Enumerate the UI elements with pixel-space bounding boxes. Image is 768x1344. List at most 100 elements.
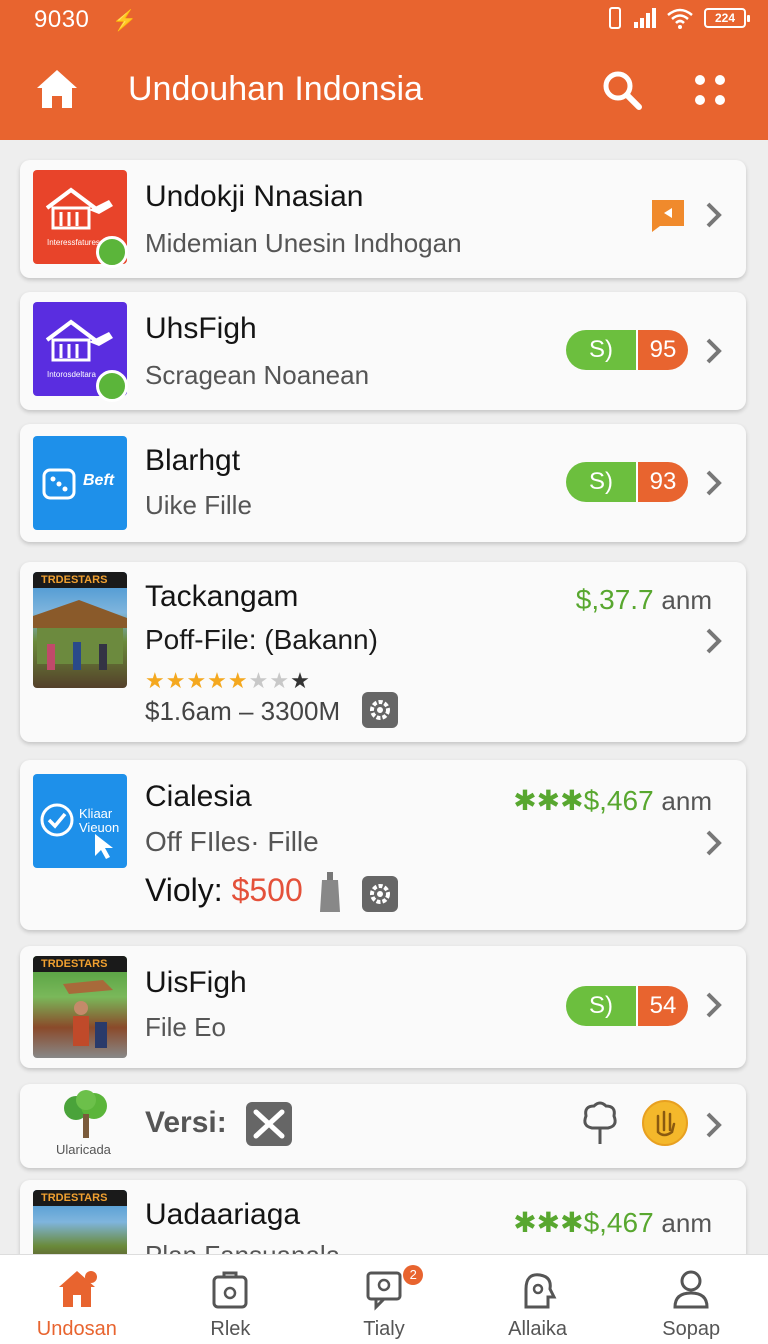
- list-item[interactable]: Beft Blarhgt Uike Fille S) 93: [20, 424, 746, 542]
- item-subtitle: Uike Fille: [145, 490, 252, 520]
- item-title: UisFigh: [145, 966, 247, 999]
- score-pill: S) 95: [566, 330, 688, 370]
- item-subtitle: Off FIles· Fille: [145, 826, 319, 857]
- wifi-icon: [667, 8, 693, 29]
- price-value: $,37.7: [575, 584, 654, 615]
- chevron-right-icon[interactable]: [704, 626, 724, 656]
- pill-label: S): [566, 462, 638, 502]
- stars-filled: ★★★★★: [145, 668, 249, 693]
- item-title: Undokji Nnasian: [145, 180, 364, 213]
- tools-icon[interactable]: [246, 1102, 292, 1146]
- item-subtitle: Midemian Unesin Indhogan: [145, 228, 462, 258]
- status-bar: 9030 ⚡ 224: [0, 0, 768, 38]
- nav-item-tialy[interactable]: 2 Tialy: [307, 1255, 461, 1344]
- app-thumbnail: Kliaar Vieuon: [33, 774, 127, 868]
- nav-label: Allaika: [508, 1318, 568, 1340]
- flag-icon[interactable]: [650, 198, 686, 234]
- item-subtitle: Scragean Noanean: [145, 360, 370, 390]
- charging-icon: ⚡: [112, 10, 137, 32]
- home-icon: [58, 1271, 97, 1307]
- bag-icon: [212, 1271, 248, 1309]
- chevron-right-icon[interactable]: [704, 200, 724, 230]
- settings-icon[interactable]: [362, 876, 398, 912]
- nav-item-sopap[interactable]: Sopap: [614, 1255, 768, 1344]
- item-title: Blarhgt: [145, 444, 241, 477]
- item-title: Versi:: [145, 1106, 227, 1139]
- settings-icon[interactable]: [362, 692, 398, 728]
- item-title: Cialesia: [145, 780, 252, 813]
- nav-item-allaika[interactable]: Allaika: [461, 1255, 615, 1344]
- pill-label: S): [566, 986, 638, 1026]
- item-title: Tackangam: [145, 580, 299, 613]
- item-price: $,37.7 anm: [576, 584, 712, 616]
- item-price: ✱✱✱$,467 anm: [513, 784, 712, 817]
- check-circle-icon: [40, 803, 74, 837]
- thumbnail-caption: TRDESTARS: [41, 574, 108, 586]
- stars-dark: ★: [290, 668, 311, 693]
- home-icon[interactable]: [34, 66, 80, 112]
- thumbnail-caption: Intorosdeltara: [47, 370, 96, 379]
- more-options-icon[interactable]: [690, 68, 730, 112]
- chevron-right-icon[interactable]: [704, 1110, 724, 1140]
- app-thumbnail: TRDESTARS: [33, 956, 127, 1058]
- item-title: UhsFigh: [145, 312, 257, 345]
- chevron-right-icon[interactable]: [704, 468, 724, 498]
- tree-icon: [64, 1090, 107, 1138]
- score-pill: S) 54: [566, 986, 688, 1026]
- nav-label: Rlek: [210, 1318, 251, 1340]
- person-photo: [63, 980, 113, 1048]
- score-pill: S) 93: [566, 462, 688, 502]
- item-subtitle: Poff-File: (Bakann): [145, 624, 378, 655]
- price-unit: anm: [661, 1208, 712, 1238]
- app-bar: 9030 ⚡ 224 Undouhan Indonsia: [0, 0, 768, 140]
- chevron-right-icon[interactable]: [704, 336, 724, 366]
- nav-label: Tialy: [363, 1318, 405, 1340]
- list-item[interactable]: TRDESTARS Tackangam $,37.7 anm Poff-File…: [20, 562, 746, 742]
- page-title: Undouhan Indonsia: [128, 70, 423, 108]
- pill-value: 54: [638, 986, 688, 1026]
- list-item[interactable]: Interessfatures Undokji Nnasian Midemian…: [20, 160, 746, 278]
- thumbnail-caption: Beft: [83, 472, 115, 489]
- bottom-navigation: Undosan Rlek 2 Tialy Allaika Sopap: [0, 1254, 768, 1344]
- hand-icon[interactable]: [642, 1100, 688, 1146]
- list-item[interactable]: Ularicada Versi:: [20, 1084, 746, 1168]
- price-value: ✱✱✱$,467: [513, 1207, 654, 1238]
- list-item[interactable]: Intorosdeltara UhsFigh Scragean Noanean …: [20, 292, 746, 410]
- nav-label: Undosan: [36, 1318, 117, 1340]
- pill-value: 95: [638, 330, 688, 370]
- thumbnail-caption: TRDESTARS: [41, 1192, 108, 1204]
- bottle-icon: [320, 872, 340, 912]
- search-icon[interactable]: [600, 68, 644, 112]
- thumbnail-caption: Interessfatures: [47, 238, 100, 247]
- pill-value: 93: [638, 462, 688, 502]
- profile-icon: [673, 1270, 709, 1309]
- list-item[interactable]: Kliaar Vieuon Cialesia ✱✱✱$,467 anm Off …: [20, 760, 746, 930]
- violy-label: Violy:: [145, 872, 223, 908]
- notification-badge: 2: [403, 1265, 424, 1285]
- nav-item-rlek[interactable]: Rlek: [154, 1255, 308, 1344]
- nav-item-undosan[interactable]: Undosan: [0, 1255, 154, 1344]
- tree-outline-icon[interactable]: [580, 1100, 620, 1148]
- puzzle-icon: [524, 1273, 557, 1309]
- nav-label: Sopap: [662, 1318, 721, 1340]
- chat-icon: [366, 1271, 402, 1311]
- thumbnail-caption: TRDESTARS: [41, 958, 108, 970]
- signal-icon: [634, 8, 656, 28]
- pill-label: S): [566, 330, 638, 370]
- chevron-right-icon[interactable]: [704, 990, 724, 1020]
- thumbnail-caption: Kliaar: [79, 806, 113, 821]
- item-price: ✱✱✱$,467 anm: [513, 1206, 712, 1239]
- app-thumbnail: Beft: [33, 436, 127, 530]
- price-value: ✱✱✱$,467: [513, 785, 654, 816]
- verified-badge-icon: [96, 370, 128, 402]
- house-photo: [33, 600, 127, 670]
- status-time: 9030: [34, 6, 90, 33]
- dice-icon: [42, 468, 76, 500]
- cursor-icon: [95, 834, 113, 859]
- list-item[interactable]: TRDESTARS UisFigh File Eo S) 54: [20, 946, 746, 1068]
- item-subtitle: File Eo: [145, 1012, 226, 1042]
- chevron-right-icon[interactable]: [704, 828, 724, 858]
- thumbnail-caption: Ularicada: [56, 1142, 111, 1157]
- price-unit: anm: [661, 786, 712, 816]
- stars-empty: ★★: [248, 668, 291, 693]
